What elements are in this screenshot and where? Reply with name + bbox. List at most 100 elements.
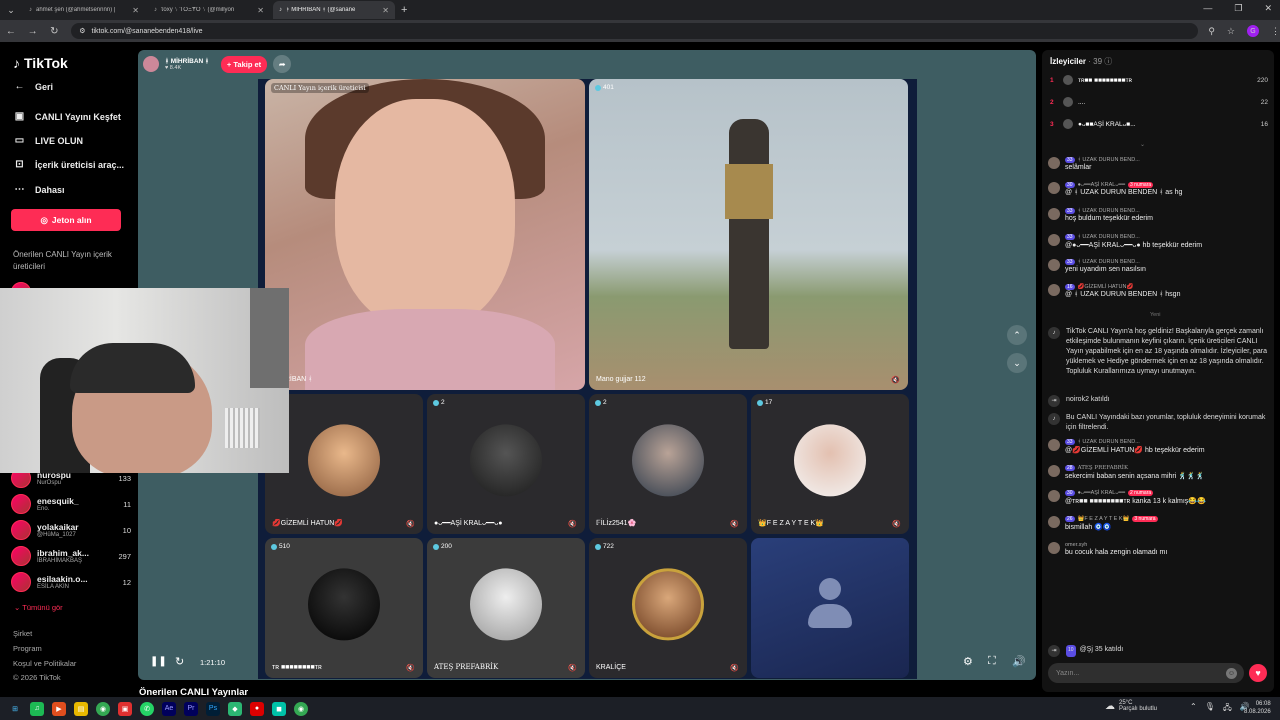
mic-icon[interactable]: 🎙 <box>1205 702 1215 716</box>
expand-viewers-icon[interactable]: ⌄ <box>1140 141 1145 148</box>
volume-icon[interactable]: 🔊 <box>1012 655 1026 668</box>
chat-message[interactable]: 30 ●ᴗ━━AŞİ KRALᴗ━━ 2 numara @ᴛʀ■■ ■■■■■■■■… <box>1048 490 1266 505</box>
mic-muted-icon: 🔇 <box>406 521 415 528</box>
footer-program[interactable]: Program <box>13 644 42 653</box>
follow-button[interactable]: + Takip et <box>220 55 268 73</box>
browser-tab-3[interactable]: ♪ ᚼ MİHRİBAN ᚼ (@sanane ✕ <box>273 1 395 19</box>
guest-cell[interactable]: 510 ᴛʀ ■■■■■■■■ᴛʀ 🔇 <box>265 538 423 678</box>
guest-cell[interactable]: 2 𝔽İLİz2541🌸 🔇 <box>589 394 747 534</box>
bookmark-star-icon[interactable]: ☆ <box>1227 26 1235 37</box>
menu-icon[interactable]: ⋮ <box>1271 26 1280 37</box>
host-name[interactable]: ᚼ MİHRİBAN ᚼ <box>165 58 209 65</box>
after-effects-icon[interactable]: Ae <box>162 701 176 716</box>
host-avatar[interactable] <box>143 56 159 72</box>
share-icon[interactable]: ➦ <box>273 55 292 73</box>
tiktok-icon: ♪ <box>279 7 282 13</box>
viewer-score: 16 <box>1260 120 1268 128</box>
guest-video[interactable]: 401 Mano gujjar 112 🔇 <box>589 79 908 390</box>
minimize-icon[interactable]: — <box>1203 3 1212 14</box>
sidebar-item-back[interactable]: ← Geri <box>13 81 54 92</box>
forward-icon[interactable]: → <box>22 26 44 37</box>
chat-message[interactable]: omer.syh bu cocuk hala zengin olamadı mı <box>1048 542 1266 556</box>
score-icon <box>433 543 439 550</box>
viewers-header[interactable]: İzleyiciler · 39 ⓘ <box>1050 56 1112 67</box>
guest-cell[interactable]: 200 ATEŞ PREFABRİK 🔇 <box>427 538 585 678</box>
zoom-icon[interactable]: ⚲ <box>1208 26 1215 37</box>
file-explorer-icon[interactable]: ▤ <box>74 701 88 716</box>
chat-message[interactable]: 33 ᚼ UZAK DURUN BEND... @💋GİZEMLİ HATUN💋 … <box>1048 439 1266 454</box>
fullscreen-icon[interactable]: ⛶ <box>988 655 996 668</box>
photoshop-icon[interactable]: Ps <box>206 701 220 716</box>
profile-avatar[interactable]: G <box>1247 25 1259 37</box>
back-icon[interactable]: ← <box>0 26 22 37</box>
top-viewer-row[interactable]: 2 .... 22 <box>1050 97 1268 107</box>
gift-icon[interactable]: ♥ <box>1249 664 1267 682</box>
url-field[interactable]: ⚙ tiktok.com/@sananebenden418/live <box>71 23 1199 39</box>
guest-cell[interactable]: 722 KRALİÇE 🔇 <box>589 538 747 678</box>
guest-cell[interactable]: 17 👑F E Z A Y T E K👑 🔇 <box>751 394 909 534</box>
chat-message[interactable]: 33 ᚼ UZAK DURUN BEND... hoş buldum teşekk… <box>1048 208 1266 222</box>
chat-input[interactable]: Yazın... <box>1048 663 1244 683</box>
tab-close-icon[interactable]: ✕ <box>257 6 264 15</box>
app-icon[interactable]: ▶ <box>52 701 66 716</box>
network-icon[interactable]: 🖧 <box>1223 702 1232 716</box>
sidebar-item-go-live[interactable]: ▭ LIVE OLUN <box>13 135 83 146</box>
see-all-link[interactable]: ⌄ Tümünü gör <box>14 603 63 612</box>
chat-message[interactable]: 30 ●ᴗ━━AŞİ KRALᴗ━━ 3 numara @ ᚼ UZAK DURUN… <box>1048 182 1266 196</box>
empty-guest-slot[interactable] <box>751 538 909 678</box>
clock[interactable]: 06:08 8.08.2026 <box>1244 700 1271 716</box>
refresh-icon[interactable]: ↻ <box>175 655 184 668</box>
close-window-icon[interactable]: ✕ <box>1264 3 1272 14</box>
whatsapp-icon[interactable]: ✆ <box>140 701 154 716</box>
guest-cell[interactable]: 2 ●ᴗ━━AŞİ KRALᴗ━━ᴗ● 🔇 <box>427 394 585 534</box>
maximize-icon[interactable]: ❐ <box>1234 3 1242 14</box>
creator-name: enesquik_ <box>37 496 79 506</box>
chat-message[interactable]: 28 ATEŞ PREFABRİK sekercimi baban senin a… <box>1048 465 1266 480</box>
chat-message[interactable]: 33 ᚼ UZAK DURUN BEND... selâmlar <box>1048 157 1266 171</box>
top-viewer-row[interactable]: 1 ᴛʀ■■ ■■■■■■■■ᴛʀ 220 <box>1050 75 1268 85</box>
spotify-icon[interactable]: ♫ <box>30 701 44 716</box>
windows-start-icon[interactable]: ⊞ <box>8 702 22 716</box>
suggested-creator[interactable]: enesquik_ Eno. 11 <box>11 494 131 514</box>
browser-tab-1[interactable]: ♪ ahmet şen (@ahmetsennnn) | ✕ <box>23 1 145 19</box>
footer-terms[interactable]: Koşul ve Politikalar <box>13 659 76 668</box>
sidebar-item-creator-tools[interactable]: ⊡ İçerik üreticisi araç... <box>13 159 124 170</box>
premiere-icon[interactable]: Pr <box>184 701 198 716</box>
chat-message[interactable]: 33 ᚼ UZAK DURUN BEND... yeni uyandım sen … <box>1048 259 1266 273</box>
top-viewer-row[interactable]: 3 ●ᴗ■■AŞİ KRALᴗ■... 16 <box>1050 119 1268 129</box>
site-info-icon[interactable]: ⚙ <box>79 27 85 35</box>
settings-gear-icon[interactable]: ⚙ <box>963 655 973 668</box>
footer-company[interactable]: Şirket <box>13 629 32 638</box>
suggested-creator[interactable]: esilaakin.o... ESİLA AKIN 12 <box>11 572 131 592</box>
browser-tab-2[interactable]: ♪ τoxy ᛊ ƬOΞɎO ᛊ (@millyon ✕ <box>148 1 270 19</box>
emoji-icon[interactable]: ☺ <box>1226 668 1237 679</box>
reload-icon[interactable]: ↻ <box>44 26 66 37</box>
host-video[interactable]: CANLI Yayın içerik üreticisi MİHRİBAN ᚼ <box>265 79 585 390</box>
tab-close-icon[interactable]: ✕ <box>132 6 139 15</box>
tab-search-icon[interactable]: ⌄ <box>2 1 20 19</box>
app-icon[interactable]: ◆ <box>228 701 242 716</box>
pause-icon[interactable]: ❚❚ <box>150 656 167 667</box>
app-icon[interactable]: ◼ <box>272 701 286 716</box>
chevron-up-icon[interactable]: ⌃ <box>1007 325 1027 345</box>
weather-widget[interactable]: ☁ 25°C Parçalı bulutlu <box>1105 700 1157 712</box>
tiktok-logo[interactable]: ♪ TikTok <box>13 55 68 71</box>
chat-message[interactable]: 26 👑F E Z A Y T E K👑 3 numara bismillah 🧿🧿 <box>1048 516 1266 531</box>
tray-arrow-icon[interactable]: ⌃ <box>1190 702 1197 716</box>
chat-message[interactable]: 16 💋GİZEMLİ HATUN💋 @ ᚼ UZAK DURUN BENDEN … <box>1048 284 1266 298</box>
new-tab-button[interactable]: + <box>401 4 407 16</box>
suggested-creator[interactable]: ibrahim_ak... İBRAHİMAKBAŞ 297 <box>11 546 131 566</box>
app-icon[interactable]: ● <box>250 701 264 716</box>
suggested-creator[interactable]: yolakaikar @HüMa_1027 10 <box>11 520 131 540</box>
chrome-icon[interactable]: ◉ <box>96 701 110 716</box>
tab-close-icon[interactable]: ✕ <box>382 6 389 15</box>
get-coins-button[interactable]: ◎ Jeton alın <box>11 209 121 231</box>
chevron-down-icon[interactable]: ⌄ <box>1007 353 1027 373</box>
sidebar-item-more[interactable]: ⋯ Dahası <box>13 184 65 195</box>
info-icon[interactable]: ⓘ <box>1104 57 1112 66</box>
app-icon[interactable]: ▣ <box>118 701 132 716</box>
avatar <box>1063 97 1073 107</box>
sidebar-item-explore-live[interactable]: ▣ CANLI Yayını Keşfet <box>13 111 121 122</box>
chrome-active-icon[interactable]: ◉ <box>294 701 308 716</box>
chat-message[interactable]: 33 ᚼ UZAK DURUN BEND... @●ᴗ━━AŞİ KRALᴗ━━ᴗ… <box>1048 234 1266 249</box>
